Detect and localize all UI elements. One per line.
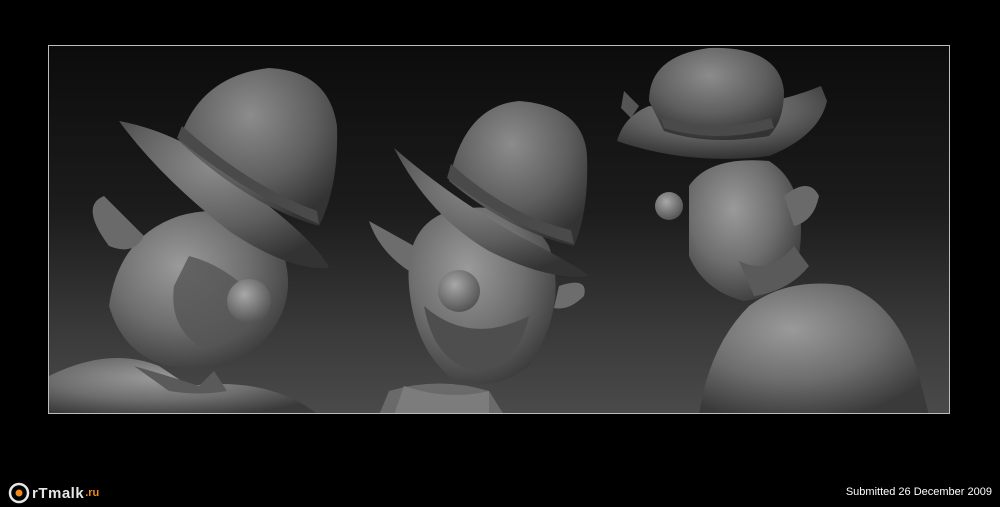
artmalk-logo-icon xyxy=(8,482,30,504)
logo-suffix: .ru xyxy=(85,487,100,499)
clown-right xyxy=(617,47,929,413)
clown-sculpt-render xyxy=(49,47,929,413)
clown-left xyxy=(49,68,338,413)
logo-text: rTmalk xyxy=(32,484,85,502)
artmalk-logo[interactable]: rTmalk .ru xyxy=(8,482,99,504)
clown-center xyxy=(369,101,589,413)
submitted-date: Submitted 26 December 2009 xyxy=(845,486,992,498)
render-frame xyxy=(48,45,950,414)
